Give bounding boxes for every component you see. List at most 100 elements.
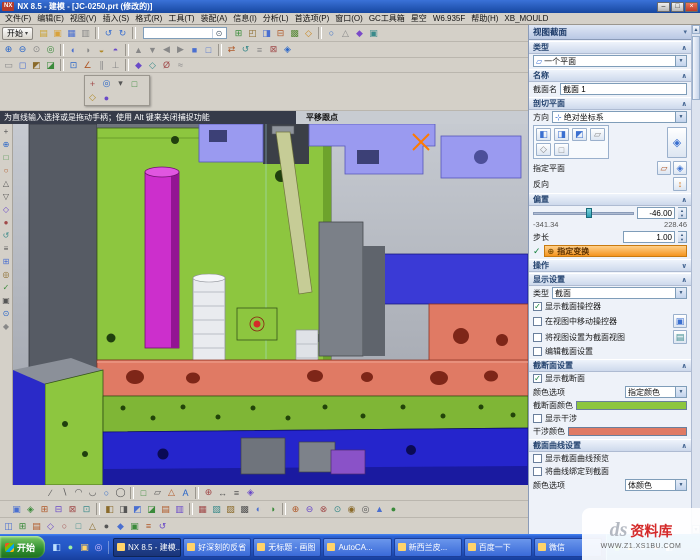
shell-icon[interactable]: ▣ — [367, 27, 380, 40]
menu-item[interactable]: 首选项(P) — [292, 13, 333, 24]
curve-analysis-icon[interactable]: ≈ — [174, 59, 187, 72]
taskbar-button[interactable]: 好深刻的反省 — [183, 538, 251, 557]
command-finder-input[interactable] — [144, 28, 212, 38]
menu-item[interactable]: GC工具箱 — [366, 13, 408, 24]
tool-icon[interactable]: ⊗ — [317, 503, 330, 516]
line-tool-icon[interactable]: ▭ — [2, 59, 15, 72]
specify-plane-icon[interactable]: ▱ — [657, 161, 671, 175]
tool-icon[interactable]: ▲ — [373, 503, 386, 516]
point-icon[interactable]: ⊡ — [67, 59, 80, 72]
menu-item[interactable]: 视图(V) — [67, 13, 100, 24]
point-create-icon[interactable]: ⊕ — [202, 486, 215, 499]
tool-icon[interactable]: ⊙ — [331, 503, 344, 516]
scroll-up-icon[interactable]: ▲ — [692, 25, 700, 34]
arc-icon[interactable]: ◠ — [72, 486, 85, 499]
tool-icon[interactable]: ▤ — [159, 503, 172, 516]
tool-icon[interactable]: ⊞ — [16, 520, 29, 533]
menu-item[interactable]: 编辑(E) — [34, 13, 67, 24]
bottom-view-icon[interactable]: □ — [202, 43, 215, 56]
menu-item[interactable]: 工具(T) — [165, 13, 197, 24]
tool-icon[interactable]: ▤ — [30, 520, 43, 533]
angle-icon[interactable]: ∠ — [81, 59, 94, 72]
minimize-button[interactable]: – — [657, 2, 670, 12]
layer-settings-icon[interactable]: ≡ — [253, 43, 266, 56]
dialog-title-bar[interactable]: 视图截面 ▾ — [529, 25, 691, 40]
tool-icon[interactable]: ◎ — [359, 503, 372, 516]
ellipse-icon[interactable]: ◯ — [114, 486, 127, 499]
orient-view-icon[interactable]: ◎ — [44, 43, 57, 56]
rotate-view-icon[interactable]: ↺ — [239, 43, 252, 56]
specify-transform-row[interactable]: ✓ ⊕ 指定变换 — [529, 244, 691, 258]
confirm-icon[interactable]: ✓ — [1, 282, 12, 293]
left-view-icon[interactable]: ◀ — [160, 43, 173, 56]
tool-icon[interactable]: ▦ — [196, 503, 209, 516]
start-button[interactable]: 开始 — [0, 536, 45, 558]
plane-xy-icon[interactable]: ◩ — [572, 128, 587, 141]
hole-icon[interactable]: ⊟ — [274, 27, 287, 40]
section-view-icon[interactable]: ⊠ — [267, 43, 280, 56]
taskbar-button[interactable]: 百度一下 — [464, 538, 532, 557]
right-view-icon[interactable]: ▶ — [174, 43, 187, 56]
move-manipulator-checkbox[interactable] — [533, 317, 542, 326]
text-tool-icon[interactable]: A — [179, 486, 192, 499]
plane-fixed-icon[interactable]: □ — [554, 143, 569, 156]
rectangle-tool-icon[interactable]: ◻ — [16, 59, 29, 72]
fillet-icon[interactable]: ◪ — [44, 59, 57, 72]
solid-icon[interactable]: ◆ — [1, 321, 12, 332]
taskbar-button[interactable]: AutoCA... — [323, 538, 391, 557]
triangle-icon[interactable]: △ — [165, 486, 178, 499]
circle-icon[interactable]: ○ — [100, 486, 113, 499]
endpoint-snap-icon[interactable]: □ — [128, 77, 141, 90]
offset-spinner[interactable]: ▲▼ — [678, 207, 687, 219]
3d-viewport[interactable] — [13, 124, 528, 485]
point-snap-icon[interactable]: + — [86, 77, 99, 90]
save-icon[interactable]: ▦ — [65, 27, 78, 40]
menu-item[interactable]: 分析(L) — [260, 13, 292, 24]
plane-normal-icon[interactable]: ◇ — [536, 143, 551, 156]
maximize-button[interactable]: □ — [671, 2, 684, 12]
snap-endpoint-icon[interactable]: □ — [1, 152, 12, 163]
tool-icon[interactable]: ○ — [58, 520, 71, 533]
center-snap-icon[interactable]: ◎ — [100, 77, 113, 90]
tool-icon[interactable]: ◩ — [131, 503, 144, 516]
section-header-cap[interactable]: 截断面设置 ∧ — [529, 359, 691, 372]
snap-center-icon[interactable]: ⊕ — [1, 139, 12, 150]
panel-scrollbar[interactable]: ▲ ▼ — [691, 25, 700, 534]
section-settings-icon[interactable]: ▤ — [673, 330, 687, 344]
edge-blend-icon[interactable]: ◇ — [302, 27, 315, 40]
front-view-icon[interactable]: ▼ — [146, 43, 159, 56]
step-spinner[interactable]: ▲▼ — [678, 231, 687, 243]
section-header-display[interactable]: 显示设置 ∧ — [529, 273, 691, 286]
tool-icon[interactable]: ⊞ — [38, 503, 51, 516]
focus-icon[interactable]: ⊙ — [1, 308, 12, 319]
pattern-icon[interactable]: ▩ — [288, 27, 301, 40]
target-icon[interactable]: ◎ — [1, 269, 12, 280]
menu-item[interactable]: XB_MOULD — [501, 14, 551, 23]
tool-icon[interactable]: ⊖ — [303, 503, 316, 516]
tool-icon[interactable]: ⊟ — [52, 503, 65, 516]
constraint-icon[interactable]: ≡ — [230, 486, 243, 499]
arc-down-icon[interactable]: ◡ — [86, 486, 99, 499]
plane-dialog-icon[interactable]: ◈ — [673, 161, 687, 175]
tool-icon[interactable]: ◉ — [345, 503, 358, 516]
datum-plane-icon[interactable]: ◰ — [246, 27, 259, 40]
print-icon[interactable]: ▥ — [79, 27, 92, 40]
section-header-plane[interactable]: 剖切平面 ∧ — [529, 97, 691, 110]
quick-launch-browser-icon[interactable]: ◧ — [50, 541, 63, 554]
section-view-toggle-icon[interactable]: ▣ — [673, 314, 687, 328]
chamfer-icon[interactable]: ◩ — [30, 59, 43, 72]
grid-icon[interactable]: ⊞ — [1, 256, 12, 267]
tool-icon[interactable]: ▩ — [238, 503, 251, 516]
section-header-operation[interactable]: 操作 ∨ — [529, 259, 691, 272]
curve-preview-checkbox[interactable] — [533, 454, 542, 463]
plane-constructor-button[interactable]: ◈ — [667, 127, 687, 158]
sloped-line-icon[interactable]: ∖ — [58, 486, 71, 499]
parallel-icon[interactable]: ∥ — [95, 59, 108, 72]
tool-icon[interactable]: ⊠ — [66, 503, 79, 516]
nx-start-button[interactable]: 开始 ▾ — [2, 27, 33, 40]
offset-slider[interactable] — [533, 207, 634, 219]
plane-yz-icon[interactable]: ◧ — [536, 128, 551, 141]
analysis-icon[interactable]: ◇ — [146, 59, 159, 72]
frame-icon[interactable]: ▣ — [1, 295, 12, 306]
open-icon[interactable]: ▣ — [51, 27, 64, 40]
